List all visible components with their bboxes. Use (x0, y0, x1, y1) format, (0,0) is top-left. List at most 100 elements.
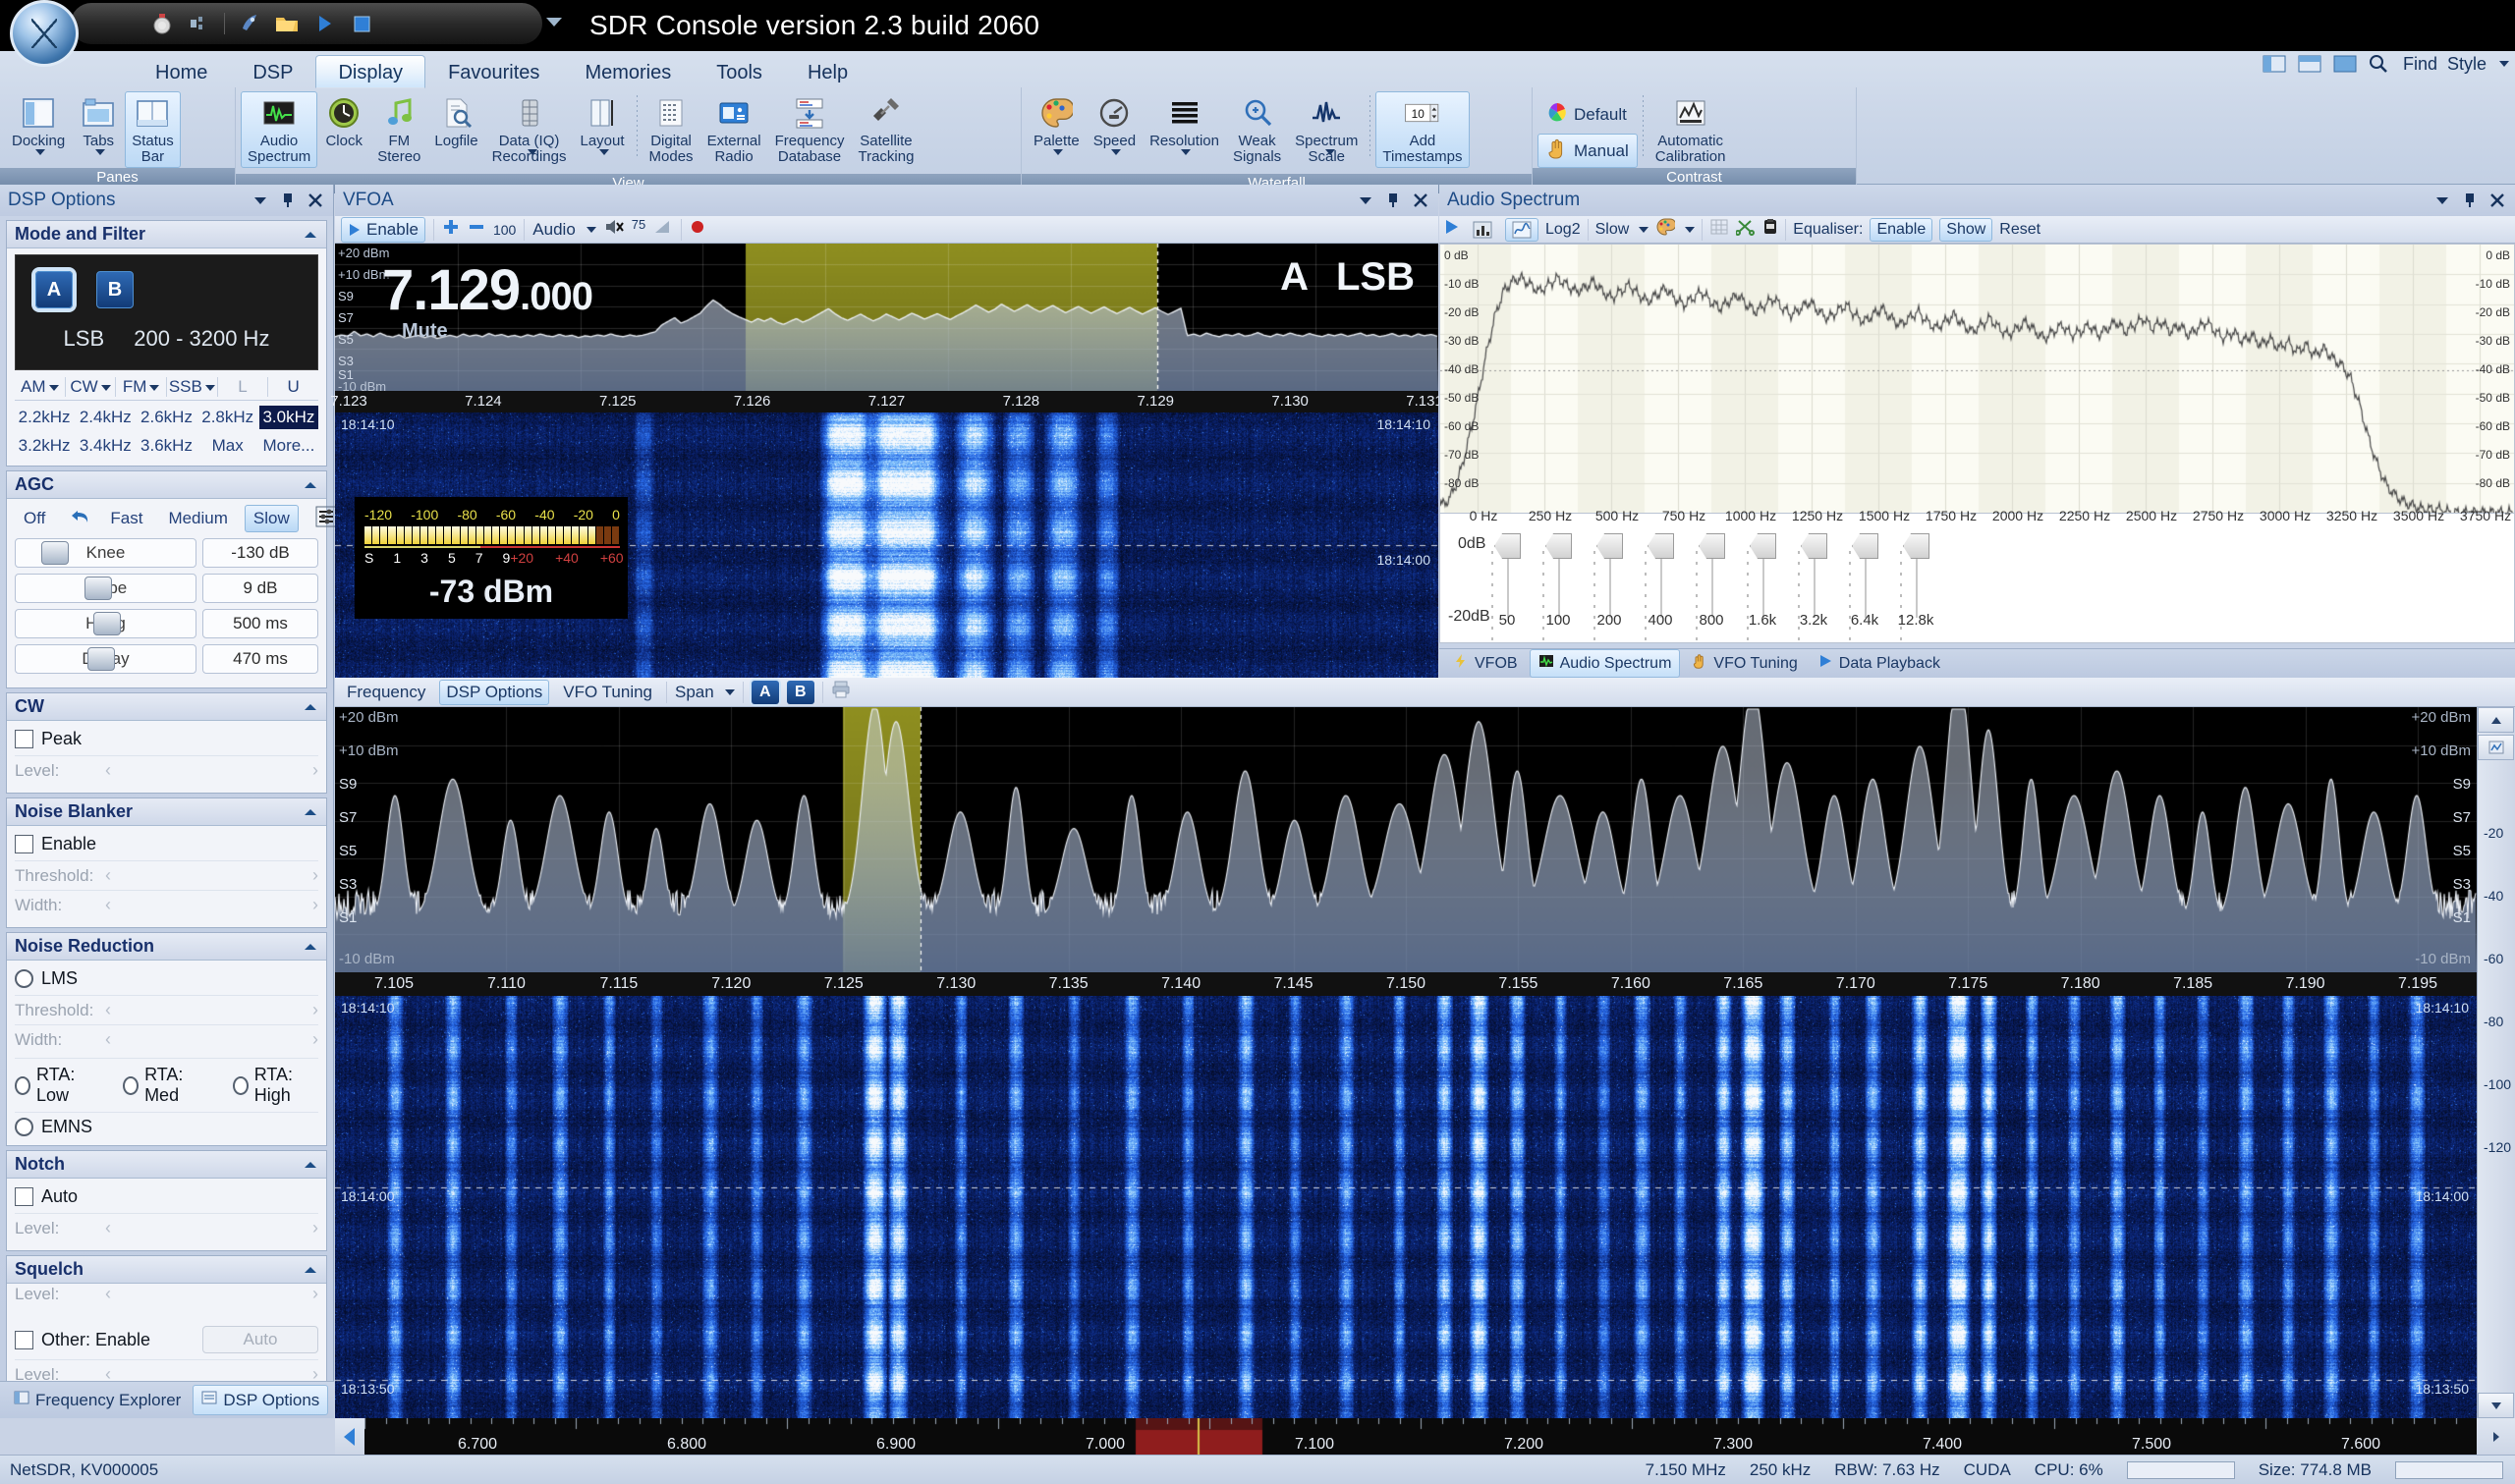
rocket-icon[interactable] (237, 11, 262, 36)
palette-icon[interactable] (1655, 218, 1677, 241)
ribbon-tab-tools[interactable]: Tools (694, 55, 785, 88)
ribbon-tab-memories[interactable]: Memories (562, 55, 694, 88)
ribbon-tab-display[interactable]: Display (315, 55, 426, 88)
ribbon-tab-favourites[interactable]: Favourites (425, 55, 562, 88)
chevron-down-icon[interactable] (1181, 149, 1192, 155)
agc-knee-slider[interactable]: Knee (15, 538, 196, 568)
mode-button-cw[interactable]: CW (66, 377, 117, 397)
nb-enable-row[interactable]: Enable (15, 834, 318, 854)
open-folder-icon[interactable] (274, 11, 300, 36)
minus-icon[interactable] (468, 218, 485, 241)
chevron-down-icon[interactable] (34, 149, 45, 155)
nr-emns-row[interactable]: EMNS (15, 1117, 318, 1137)
collapse-icon[interactable] (303, 801, 318, 822)
right-chevron-icon[interactable]: › (312, 895, 318, 915)
speed-button[interactable]: Speed (1087, 91, 1143, 158)
agc-hang-slider[interactable]: Hang (15, 609, 196, 638)
agc-medium-button[interactable]: Medium (159, 505, 236, 532)
ribbon-tab-help[interactable]: Help (785, 55, 870, 88)
status-bar-button[interactable]: Status Bar (125, 91, 181, 168)
logfile-button[interactable]: Logfile (427, 91, 484, 152)
nr-rta-low[interactable]: RTA: Low (15, 1065, 97, 1106)
main-waterfall[interactable]: 18:14:10 18:14:10 18:14:00 18:14:00 18:1… (335, 996, 2477, 1418)
main-vfo-b-button[interactable]: B (786, 680, 814, 704)
filter-button-26khz[interactable]: 2.6kHz (137, 406, 196, 429)
chevron-down-icon[interactable] (94, 149, 105, 155)
app-logo-icon[interactable] (10, 0, 79, 67)
main-spectrum-canvas[interactable] (335, 707, 2477, 972)
audio-label[interactable]: Audio (532, 220, 575, 240)
frequency-explorer-tab[interactable]: Frequency Explorer (6, 1386, 189, 1414)
play-icon[interactable] (1444, 218, 1460, 241)
agc-off-button[interactable]: Off (15, 505, 54, 532)
left-chevron-icon[interactable]: ‹ (105, 1029, 111, 1050)
bars-icon[interactable] (1467, 219, 1498, 241)
chevron-down-icon[interactable] (586, 226, 596, 233)
vfo-a-button[interactable]: A (35, 271, 73, 308)
chevron-down-icon[interactable] (1639, 226, 1649, 233)
layout-button[interactable]: Layout (573, 91, 631, 158)
eq-thumb[interactable] (1801, 533, 1827, 559)
eq-thumb[interactable] (1494, 533, 1521, 559)
right-chevron-icon[interactable]: › (312, 760, 318, 781)
vfoa-enable-button[interactable]: Enable (341, 216, 425, 243)
nr-emns-radio[interactable] (15, 1118, 33, 1136)
equaliser-show-button[interactable]: Show (1939, 217, 1993, 242)
record-icon[interactable] (149, 11, 175, 36)
eq-thumb[interactable] (1903, 533, 1929, 559)
dsp-options-tab[interactable]: DSP Options (193, 1385, 329, 1415)
chevron-down-icon[interactable] (1356, 191, 1375, 210)
squelch-other-checkbox[interactable] (15, 1330, 33, 1349)
eq-thumb[interactable] (1648, 533, 1674, 559)
noise-blanker-title[interactable]: Noise Blanker (7, 798, 326, 826)
close-icon[interactable] (2487, 191, 2507, 210)
collapse-icon[interactable] (303, 936, 318, 957)
close-icon[interactable] (306, 191, 325, 210)
quick-access-toolbar[interactable] (71, 3, 542, 44)
tab-dsp-options[interactable]: DSP Options (439, 679, 550, 705)
cw-title[interactable]: CW (7, 693, 326, 721)
satellite-tracking-button[interactable]: Satellite Tracking (851, 91, 921, 168)
cw-level-row[interactable]: Level: ‹ › (15, 755, 318, 785)
cw-level-slider[interactable]: ‹ › (105, 760, 318, 781)
scroll-down-button[interactable] (2478, 1393, 2514, 1418)
right-chevron-icon[interactable]: › (312, 1000, 318, 1020)
notch-level-slider[interactable]: ‹ › (105, 1218, 318, 1238)
chevron-down-icon[interactable] (100, 384, 111, 391)
chevron-down-icon[interactable] (251, 191, 270, 210)
right-chevron-icon[interactable]: › (312, 1218, 318, 1238)
left-chevron-icon[interactable]: ‹ (105, 895, 111, 915)
agc-slow-button[interactable]: Slow (244, 505, 299, 532)
chevron-down-icon[interactable] (724, 688, 735, 695)
squelch-level-row[interactable]: Level: ‹ › (15, 1284, 318, 1308)
mode-button-ssb[interactable]: SSB (167, 377, 218, 397)
radio[interactable] (15, 1075, 31, 1095)
add-timestamps-button[interactable]: 10 Add Timestamps (1375, 91, 1470, 168)
style-label[interactable]: Style (2447, 54, 2487, 75)
automatic-calibration-button[interactable]: Automatic Calibration (1649, 91, 1733, 168)
collapse-icon[interactable] (303, 1259, 318, 1280)
squelch-other-row[interactable]: Other: Enable Auto (15, 1326, 318, 1353)
tab-frequency[interactable]: Frequency (341, 681, 431, 704)
filter-button-30khz[interactable]: 3.0kHz (258, 406, 319, 429)
window-split-icon[interactable] (2297, 53, 2322, 75)
audio-spectrum-plot[interactable]: 0 dB -10 dB -20 dB -30 dB -40 dB -50 dB -60 dB… (1439, 244, 2515, 514)
pin-icon[interactable] (2460, 191, 2480, 210)
scissors-icon[interactable] (1735, 218, 1756, 241)
mode-button-u[interactable]: U (268, 377, 318, 397)
left-chevron-icon[interactable]: ‹ (105, 1218, 111, 1238)
eq-thumb[interactable] (1596, 533, 1623, 559)
chevron-down-icon[interactable] (48, 384, 59, 391)
step-value[interactable]: 100 (493, 222, 516, 238)
squelch-title[interactable]: Squelch (7, 1256, 326, 1284)
vfoa-spectrum[interactable]: +20 dBm +10 dBm S9 S7 S5 S3 S1 -10 dBm 7.129.00… (335, 244, 1438, 391)
play-icon[interactable] (311, 11, 337, 36)
chevron-down-icon[interactable] (204, 384, 215, 391)
nr-threshold-slider[interactable]: ‹ › (105, 1000, 318, 1020)
vfo-b-button[interactable]: B (96, 271, 134, 308)
tab-vfo-tuning[interactable]: VFO Tuning (1684, 650, 1805, 677)
manual-contrast-button[interactable]: Manual (1537, 134, 1638, 168)
left-chevron-icon[interactable]: ‹ (105, 865, 111, 886)
tab-data-playback[interactable]: Data Playback (1810, 650, 1948, 677)
left-chevron-icon[interactable]: ‹ (105, 1284, 111, 1304)
